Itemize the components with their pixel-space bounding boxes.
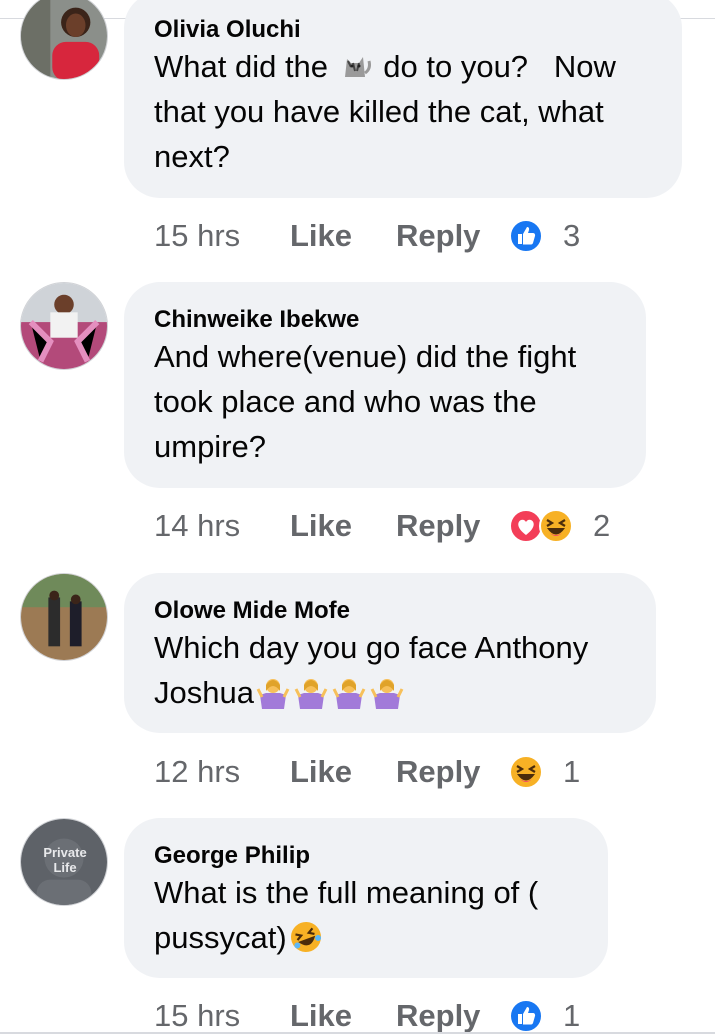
comment-actions: 15 hrs Like Reply 1 — [154, 994, 580, 1036]
reaction-summary[interactable]: 2 — [509, 508, 610, 544]
reaction-summary[interactable]: 1 — [509, 998, 580, 1034]
reaction-count: 1 — [563, 998, 581, 1033]
comment-text: What did the do to you? Now that you hav… — [154, 44, 652, 179]
love-reaction-icon — [509, 509, 543, 543]
divider — [0, 1032, 715, 1034]
avatar[interactable] — [20, 282, 108, 370]
comment-timestamp[interactable]: 15 hrs — [154, 998, 290, 1034]
cat-emoji — [339, 49, 373, 83]
woman-shrugging-emoji — [256, 675, 290, 709]
comment-text-part: What is the full meaning of ( pussycat) — [154, 875, 547, 955]
like-button[interactable]: Like — [290, 998, 396, 1034]
woman-shrugging-emoji — [332, 675, 366, 709]
comment-author[interactable]: George Philip — [154, 842, 578, 870]
reply-button[interactable]: Reply — [396, 508, 509, 544]
comment-text-part: What did the — [154, 49, 337, 84]
woman-shrugging-emoji — [294, 675, 328, 709]
comments-thread: Olivia Oluchi What did the do to you? No… — [0, 0, 715, 1036]
haha-reaction-icon — [539, 509, 573, 543]
comment-author[interactable]: Olowe Mide Mofe — [154, 597, 626, 625]
comment-bubble: George Philip What is the full meaning o… — [124, 818, 608, 978]
comment-actions: 12 hrs Like Reply 1 — [154, 750, 580, 794]
reaction-summary[interactable]: 3 — [509, 218, 580, 254]
like-button[interactable]: Like — [290, 754, 396, 790]
avatar[interactable]: Private Life — [20, 818, 108, 906]
comment-author[interactable]: Olivia Oluchi — [154, 16, 652, 44]
reaction-count: 2 — [593, 508, 611, 543]
comment-text: And where(venue) did the fight took plac… — [154, 339, 585, 464]
like-button[interactable]: Like — [290, 218, 396, 254]
comment-bubble: Olivia Oluchi What did the do to you? No… — [124, 0, 682, 198]
comment-actions: 14 hrs Like Reply 2 — [154, 504, 610, 548]
comment-timestamp[interactable]: 12 hrs — [154, 754, 290, 790]
like-reaction-icon — [509, 999, 543, 1033]
reaction-count: 3 — [563, 218, 581, 253]
comment-text: What is the full meaning of ( pussycat) — [154, 870, 578, 960]
reply-button[interactable]: Reply — [396, 754, 509, 790]
reply-button[interactable]: Reply — [396, 998, 509, 1034]
comment-bubble: Chinweike Ibekwe And where(venue) did th… — [124, 282, 646, 488]
like-button[interactable]: Like — [290, 508, 396, 544]
comment-author[interactable]: Chinweike Ibekwe — [154, 306, 616, 334]
avatar[interactable] — [20, 0, 108, 80]
reaction-summary[interactable]: 1 — [509, 754, 580, 790]
comment-timestamp[interactable]: 15 hrs — [154, 218, 290, 254]
comment-bubble: Olowe Mide Mofe Which day you go face An… — [124, 573, 656, 733]
like-reaction-icon — [509, 219, 543, 253]
reply-button[interactable]: Reply — [396, 218, 509, 254]
comment-actions: 15 hrs Like Reply 3 — [154, 214, 580, 258]
rolling-laughing-emoji — [289, 920, 323, 954]
woman-shrugging-emoji — [370, 675, 404, 709]
avatar-text: Private Life — [43, 845, 87, 875]
haha-reaction-icon — [509, 755, 543, 789]
comment-timestamp[interactable]: 14 hrs — [154, 508, 290, 544]
reaction-count: 1 — [563, 754, 581, 789]
avatar[interactable] — [20, 573, 108, 661]
comment-text: Which day you go face Anthony Joshua — [154, 625, 626, 715]
